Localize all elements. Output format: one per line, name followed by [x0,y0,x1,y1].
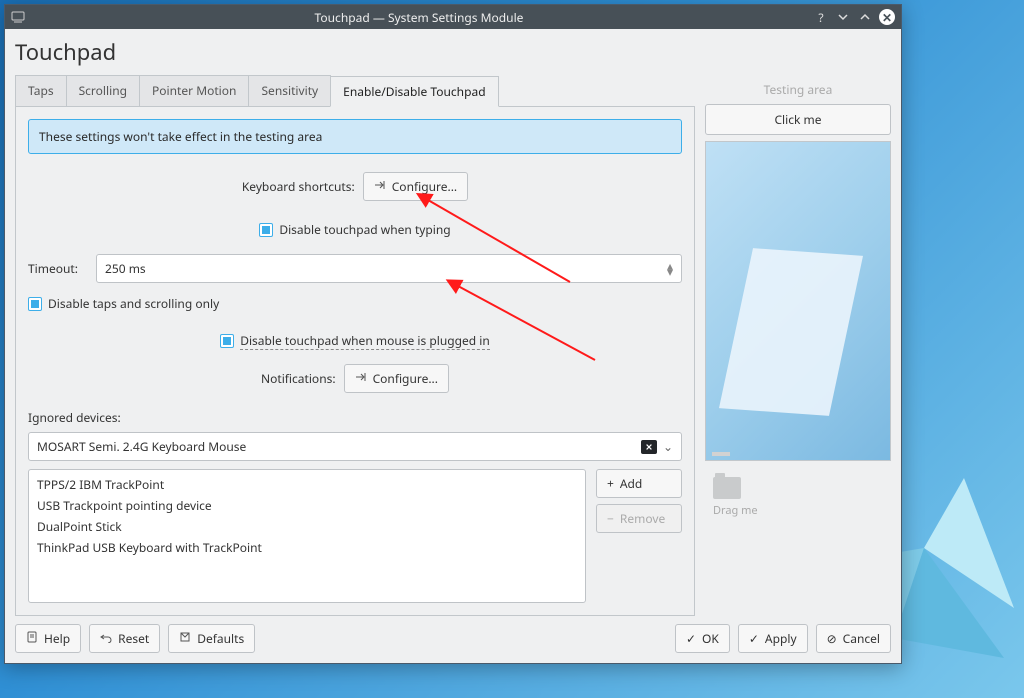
tab-panel: These settings won't take effect in the … [15,107,695,616]
tab-scrolling[interactable]: Scrolling [66,75,140,106]
disable-mouse-checkbox[interactable] [220,334,234,348]
undo-icon [100,630,112,647]
help-button[interactable]: Help [15,624,81,653]
disable-typing-checkbox[interactable] [259,223,273,237]
testing-wallpaper-shape [719,248,863,416]
tab-sensitivity[interactable]: Sensitivity [248,75,331,106]
testing-area[interactable] [705,141,891,461]
help-icon [26,630,38,647]
kb-shortcuts-label: Keyboard shortcuts: [242,178,355,195]
minus-icon: − [607,510,614,527]
tab-enable-disable[interactable]: Enable/Disable Touchpad [330,76,498,107]
configure-shortcuts-label: Configure... [392,178,457,195]
apply-button[interactable]: ✓ Apply [738,624,808,653]
ignored-devices-combo[interactable]: MOSART Semi. 2.4G Keyboard Mouse ⌄ [28,432,682,461]
disable-typing-label: Disable touchpad when typing [279,221,450,238]
disable-taps-checkbox[interactable] [28,297,42,311]
remove-label: Remove [620,510,665,527]
tab-taps[interactable]: Taps [15,75,67,106]
list-item[interactable]: DualPoint Stick [37,516,577,537]
titlebar[interactable]: Touchpad — System Settings Module ? ✕ [5,5,901,29]
defaults-label: Defaults [197,630,244,647]
configure-notifications-label: Configure... [373,370,438,387]
testing-area-header: Testing area [705,75,891,104]
cancel-icon: ⊘ [827,630,837,647]
maximize-icon[interactable] [857,9,873,25]
clear-text-icon[interactable] [641,440,657,454]
check-icon: ✓ [686,630,696,647]
list-item[interactable]: ThinkPad USB Keyboard with TrackPoint [37,537,577,558]
configure-notifications-button[interactable]: Configure... [344,364,449,393]
tab-pointer-motion[interactable]: Pointer Motion [139,75,249,106]
timeout-spinbox[interactable]: 250 ms ▴▾ [96,254,682,283]
click-me-button[interactable]: Click me [705,104,891,135]
check-icon: ✓ [749,630,759,647]
help-label: Help [44,630,70,647]
defaults-icon [179,630,191,647]
close-icon[interactable]: ✕ [879,9,895,25]
chevron-down-icon[interactable]: ⌄ [663,438,673,455]
disable-mouse-label: Disable touchpad when mouse is plugged i… [240,332,490,350]
reset-button[interactable]: Reset [89,624,160,653]
ignored-devices-value: MOSART Semi. 2.4G Keyboard Mouse [37,438,641,455]
apply-label: Apply [765,630,797,647]
notifications-label: Notifications: [261,370,336,387]
configure-icon [374,178,386,195]
drag-area[interactable]: Drag me [705,469,891,526]
help-button-icon[interactable]: ? [813,9,829,25]
settings-window: Touchpad — System Settings Module ? ✕ To… [4,4,902,664]
ok-label: OK [702,630,719,647]
device-list[interactable]: TPPS/2 IBM TrackPoint USB Trackpoint poi… [28,469,586,603]
scroll-indicator [712,452,730,456]
list-item[interactable]: TPPS/2 IBM TrackPoint [37,474,577,495]
tab-bar: Taps Scrolling Pointer Motion Sensitivit… [15,75,695,107]
info-notice: These settings won't take effect in the … [28,119,682,154]
spin-arrows-icon[interactable]: ▴▾ [667,263,673,275]
drag-me-label: Drag me [713,503,883,518]
page-title: Touchpad [15,37,891,67]
minimize-icon[interactable] [835,9,851,25]
folder-icon[interactable] [713,477,741,499]
disable-taps-label: Disable taps and scrolling only [48,295,219,312]
reset-label: Reset [118,630,149,647]
app-icon [11,10,25,24]
list-item[interactable]: USB Trackpoint pointing device [37,495,577,516]
cancel-label: Cancel [843,630,880,647]
plus-icon: + [607,475,614,492]
timeout-label: Timeout: [28,260,88,277]
configure-shortcuts-button[interactable]: Configure... [363,172,468,201]
add-label: Add [620,475,642,492]
add-device-button[interactable]: + Add [596,469,682,498]
dialog-footer: Help Reset Defaults ✓ OK ✓ Apply ⊘ Cance… [15,616,891,653]
window-title: Touchpad — System Settings Module [31,9,807,26]
defaults-button[interactable]: Defaults [168,624,255,653]
ok-button[interactable]: ✓ OK [675,624,730,653]
configure-icon [355,370,367,387]
ignored-devices-label: Ignored devices: [28,409,121,426]
timeout-value: 250 ms [105,260,667,277]
remove-device-button[interactable]: − Remove [596,504,682,533]
cancel-button[interactable]: ⊘ Cancel [816,624,891,653]
